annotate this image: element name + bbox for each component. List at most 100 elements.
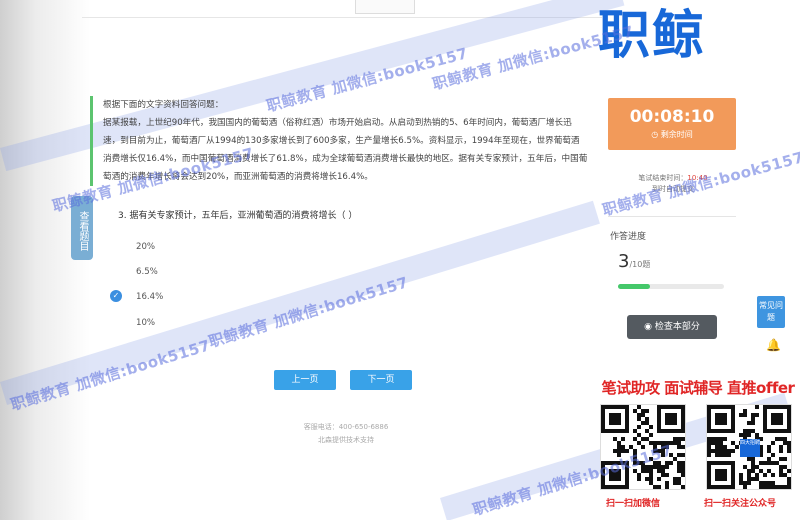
qr-module <box>641 437 645 441</box>
qr-module <box>641 409 645 413</box>
qr-module <box>649 477 653 481</box>
qr-module <box>645 421 649 425</box>
qr-module <box>681 469 685 473</box>
qr-module <box>715 445 719 449</box>
timer-value: 00:08:10 <box>629 107 715 127</box>
qr-module <box>677 437 681 441</box>
qr-module <box>767 481 771 485</box>
qr-module <box>665 473 669 477</box>
qr-module <box>645 409 649 413</box>
qr-module <box>649 481 653 485</box>
qr-finder-module <box>771 413 783 425</box>
qr-module <box>751 465 755 469</box>
qr-module <box>661 469 665 473</box>
qr-module <box>727 453 731 457</box>
qr-module <box>633 429 637 433</box>
option-c[interactable]: 16.4% <box>136 292 163 302</box>
qr-module <box>779 465 783 469</box>
qr-module <box>731 441 735 445</box>
qr-module <box>617 449 621 453</box>
qr-module <box>645 437 649 441</box>
qr-module <box>621 445 625 449</box>
qr-module <box>681 445 685 449</box>
footer-hotline: 客服电话：400-650-6886 <box>303 423 389 431</box>
qr-module <box>747 457 751 461</box>
qr-module <box>677 453 681 457</box>
qr-module <box>645 417 649 421</box>
qr-module <box>681 437 685 441</box>
progress-answered: 3 <box>618 251 630 272</box>
qr-module <box>759 469 763 473</box>
qr-code-official-account: 四大招聘 <box>706 404 792 490</box>
qr-module <box>747 469 751 473</box>
qr-center-badge: 四大招聘 <box>740 439 760 457</box>
qr-module <box>715 437 719 441</box>
qr-module <box>731 449 735 453</box>
check-button-label: 检查本部分 <box>654 322 700 332</box>
qr-module <box>633 437 637 441</box>
qr-module <box>719 449 723 453</box>
qr-module <box>617 441 621 445</box>
next-page-button[interactable]: 下一页 <box>350 370 412 390</box>
qr-module <box>657 485 661 489</box>
qr-module <box>739 413 743 417</box>
qr-module <box>719 437 723 441</box>
qr-module <box>759 481 763 485</box>
qr-module <box>677 477 681 481</box>
prev-page-button[interactable]: 上一页 <box>274 370 336 390</box>
qr-module <box>767 445 771 449</box>
qr-module <box>711 449 715 453</box>
qr-module <box>755 477 759 481</box>
qr-module <box>649 473 653 477</box>
qr-module <box>775 461 779 465</box>
qr-module <box>787 481 791 485</box>
qr-module <box>743 413 747 417</box>
qr-module <box>739 481 743 485</box>
qr-module <box>759 485 763 489</box>
countdown-timer: 00:08:10 ◷ 剩余时间 <box>608 98 736 150</box>
qr-module <box>783 457 787 461</box>
qr-module <box>755 465 759 469</box>
qr-label-wechat: 扫一扫加微信 <box>606 499 661 509</box>
qr-module <box>673 477 677 481</box>
qr-module <box>637 417 641 421</box>
qr-module <box>657 465 661 469</box>
qr-module <box>779 485 783 489</box>
qr-module <box>775 437 779 441</box>
qr-module <box>653 485 657 489</box>
check-section-button[interactable]: ◉ 检查本部分 <box>627 315 717 339</box>
qr-module <box>779 437 783 441</box>
qr-module <box>743 429 747 433</box>
qr-module <box>637 405 641 409</box>
qr-module <box>787 449 791 453</box>
qr-module <box>775 485 779 489</box>
option-d[interactable]: 10% <box>136 318 155 328</box>
clock-icon: ◷ <box>651 130 659 139</box>
qr-module <box>665 485 669 489</box>
faq-button[interactable]: 常见问题 <box>757 296 785 328</box>
option-a[interactable]: 20% <box>136 242 155 252</box>
qr-module <box>747 433 751 437</box>
qr-module <box>743 485 747 489</box>
bell-icon[interactable]: 🔔 <box>766 338 781 352</box>
qr-module <box>783 473 787 477</box>
qr-module <box>771 461 775 465</box>
progress-bar <box>618 284 724 289</box>
timer-label: 剩余时间 <box>660 130 693 139</box>
qr-module <box>665 465 669 469</box>
progress-title: 作答进度 <box>610 232 647 242</box>
qr-module <box>661 473 665 477</box>
qr-module <box>743 465 747 469</box>
qr-module <box>673 437 677 441</box>
check-circle-icon[interactable]: ✓ <box>110 290 122 302</box>
qr-module <box>723 453 727 457</box>
qr-module <box>641 421 645 425</box>
qr-module <box>751 429 755 433</box>
qr-module <box>783 465 787 469</box>
qr-module <box>747 473 751 477</box>
option-b[interactable]: 6.5% <box>136 267 158 277</box>
qr-module <box>747 421 751 425</box>
qr-module <box>771 473 775 477</box>
qr-module <box>743 409 747 413</box>
top-tab[interactable] <box>355 0 415 14</box>
